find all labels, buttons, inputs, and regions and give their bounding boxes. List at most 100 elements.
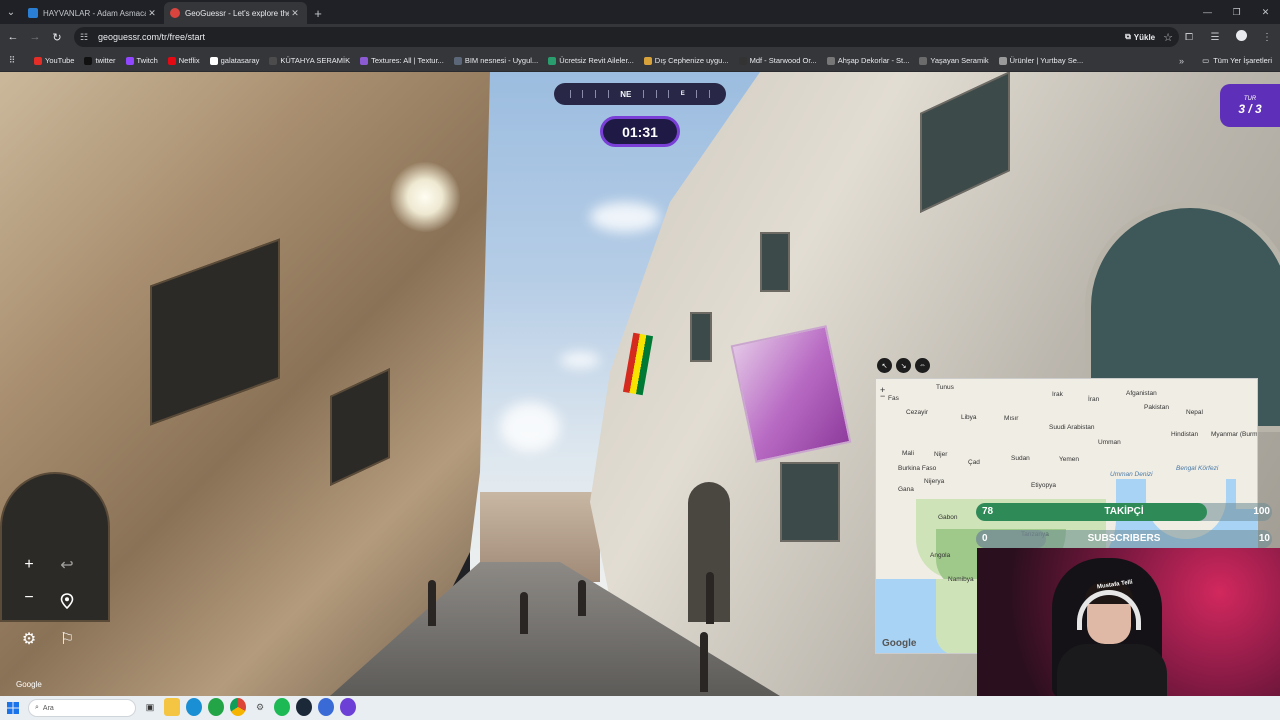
- address-bar[interactable]: ☷ geoguessr.com/tr/free/start ⧉ Yükle ☆: [74, 27, 1179, 47]
- undo-move-button[interactable]: ↩: [54, 552, 80, 578]
- settings-button[interactable]: ⚙: [16, 626, 42, 652]
- pedestrian: [700, 632, 708, 692]
- map-label: Gana: [898, 486, 914, 493]
- map-label: Umman: [1098, 439, 1121, 446]
- extensions-icon[interactable]: ⧠: [1176, 32, 1202, 43]
- bookmark-star-icon[interactable]: ☆: [1163, 31, 1173, 44]
- map-label: Nijer: [934, 451, 948, 458]
- all-bookmarks-button[interactable]: ▭ Tüm Yer İşaretleri: [1202, 56, 1272, 65]
- site-info-icon[interactable]: ☷: [80, 32, 94, 43]
- map-shrink-icon[interactable]: ↘: [896, 358, 911, 373]
- tab-title: GeoGuessr - Let's explore the w: [185, 8, 289, 18]
- bookmark-item[interactable]: Twitch: [125, 56, 158, 65]
- bookmark-item[interactable]: twitter: [84, 56, 116, 65]
- restore-icon[interactable]: ❐: [1222, 0, 1251, 24]
- subscribers-current: 0: [982, 533, 988, 544]
- bookmark-favicon-icon: [548, 56, 557, 65]
- map-label: Mali: [902, 450, 914, 457]
- map-size-controls: ↖ ↘ ⇔: [877, 358, 930, 373]
- new-tab-button[interactable]: +: [307, 2, 329, 24]
- bookmark-label: Ücretsiz Revit Aileler...: [559, 56, 634, 65]
- tab-title: HAYVANLAR - Adam Asmaca: [43, 8, 146, 18]
- bookmark-item[interactable]: Ürünler | Yurtbay Se...: [998, 56, 1084, 65]
- bookmark-item[interactable]: Dış Cephenize uygu...: [643, 56, 729, 65]
- round-timer: 01:31: [600, 116, 680, 147]
- map-zoom-controls[interactable]: + −: [880, 385, 885, 401]
- bookmark-favicon-icon: [998, 56, 1007, 65]
- map-enlarge-icon[interactable]: ↖: [877, 358, 892, 373]
- bookmarks-bar: ⠿ YouTube twitter Twitch Netflix galatasaray…: [0, 50, 1280, 72]
- browser-menu-icon[interactable]: ⋮: [1254, 32, 1280, 43]
- forward-icon[interactable]: →: [24, 26, 46, 48]
- spotify-icon[interactable]: [274, 698, 290, 716]
- compass: NE E: [554, 83, 726, 105]
- map-label: Burkina Faso: [898, 465, 937, 472]
- zoom-out-button[interactable]: −: [16, 585, 42, 611]
- install-app-button[interactable]: ⧉ Yükle: [1125, 32, 1155, 42]
- apps-grid-icon[interactable]: ⠿: [0, 55, 24, 66]
- return-to-start-button[interactable]: [54, 588, 80, 614]
- taskbar-search[interactable]: ⌕ Ara: [28, 699, 136, 717]
- xbox-icon[interactable]: [208, 698, 224, 716]
- bookmark-item[interactable]: Ücretsiz Revit Aileler...: [548, 56, 634, 65]
- map-zoom-out-icon[interactable]: −: [880, 391, 885, 401]
- bookmark-item[interactable]: Textures: All | Textur...: [360, 56, 444, 65]
- bookmark-favicon-icon: [643, 56, 652, 65]
- windows-start-button[interactable]: [0, 702, 26, 714]
- bookmarks-overflow-icon[interactable]: »: [1179, 56, 1184, 66]
- tab-geoguessr[interactable]: GeoGuessr - Let's explore the w ✕: [164, 2, 307, 24]
- reload-icon[interactable]: ↻: [46, 26, 68, 48]
- settings-app-icon[interactable]: ⚙: [252, 698, 268, 716]
- bookmark-label: Ürünler | Yurtbay Se...: [1009, 56, 1084, 65]
- bookmark-item[interactable]: YouTube: [34, 56, 74, 65]
- bookmark-item[interactable]: Ahşap Dekorlar - St...: [826, 56, 909, 65]
- bookmark-item[interactable]: KÜTAHYA SERAMİK: [269, 56, 350, 65]
- map-label: Libya: [961, 414, 977, 421]
- window-controls: — ❐ ✕: [1193, 0, 1280, 24]
- zoom-in-button[interactable]: +: [16, 552, 42, 578]
- map-label: Bengal Körfezi: [1176, 465, 1219, 472]
- bookmark-item[interactable]: Netflix: [167, 56, 200, 65]
- file-explorer-icon[interactable]: [164, 698, 180, 716]
- map-google-logo: Google: [882, 638, 917, 649]
- map-label: Tunus: [936, 384, 954, 391]
- steam-app-icon[interactable]: [296, 698, 312, 716]
- map-pin-icon[interactable]: ⇔: [915, 358, 930, 373]
- back-icon[interactable]: ←: [2, 26, 24, 48]
- sun-glare: [390, 162, 460, 232]
- search-placeholder: Ara: [42, 704, 54, 712]
- close-window-icon[interactable]: ✕: [1251, 0, 1280, 24]
- bookmark-item[interactable]: galatasaray: [209, 56, 260, 65]
- app-icon[interactable]: [318, 698, 334, 716]
- bookmark-item[interactable]: BIM nesnesi - Uygul...: [453, 56, 538, 65]
- minimize-icon[interactable]: —: [1193, 0, 1222, 24]
- tab-strip: ⌄ HAYVANLAR - Adam Asmaca ✕ GeoGuessr - …: [0, 0, 1280, 24]
- reading-list-icon[interactable]: ☰: [1202, 32, 1228, 43]
- bookmark-label: galatasaray: [220, 56, 260, 65]
- map-label: Namibya: [948, 576, 974, 583]
- all-bookmarks-label: Tüm Yer İşaretleri: [1213, 56, 1272, 65]
- flag-button[interactable]: ⚐: [54, 626, 80, 652]
- map-label: Nepal: [1186, 409, 1203, 416]
- tab-hayvanlar[interactable]: HAYVANLAR - Adam Asmaca ✕: [22, 2, 164, 24]
- tab-close-icon[interactable]: ✕: [146, 8, 158, 19]
- bookmark-label: KÜTAHYA SERAMİK: [280, 56, 351, 65]
- bookmark-item[interactable]: Yaşayan Seramik: [919, 56, 989, 65]
- tab-favicon-icon: [170, 8, 180, 18]
- edge-icon[interactable]: [186, 698, 202, 716]
- profile-avatar[interactable]: [1228, 30, 1254, 44]
- map-label: Cezayir: [906, 409, 929, 416]
- bookmark-favicon-icon: [167, 56, 176, 65]
- browser-toolbar: ← → ↻ ☷ geoguessr.com/tr/free/start ⧉ Yü…: [0, 24, 1280, 50]
- map-label: Irak: [1052, 391, 1063, 398]
- obs-icon[interactable]: [340, 698, 356, 716]
- google-attribution: Google: [16, 680, 42, 689]
- bookmark-favicon-icon: [453, 56, 462, 65]
- right-window: [780, 462, 840, 542]
- tab-search-button[interactable]: ⌄: [0, 0, 22, 24]
- tab-close-icon[interactable]: ✕: [289, 8, 301, 19]
- bookmark-item[interactable]: Mdf - Starwood Or...: [738, 56, 817, 65]
- compass-direction-ne: NE: [620, 89, 632, 99]
- chrome-icon[interactable]: [230, 698, 246, 716]
- task-view-icon[interactable]: ▣: [142, 698, 158, 716]
